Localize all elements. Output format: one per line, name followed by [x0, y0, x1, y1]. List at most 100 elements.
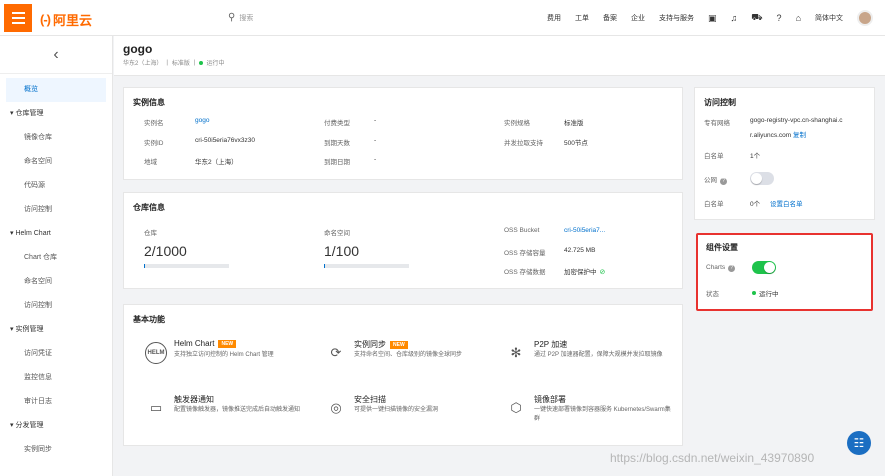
sidebar-item-chart-access[interactable]: 访问控制: [0, 294, 112, 318]
nav-enterprise[interactable]: 企业: [631, 13, 645, 23]
field-label: 白名单: [704, 153, 724, 160]
repo-progress-fill: [144, 264, 145, 268]
sidebar-item-audit-log[interactable]: 审计日志: [0, 390, 112, 414]
field-label: OSS Bucket: [504, 227, 540, 234]
new-badge: NEW: [218, 339, 237, 348]
deploy-icon: ⬡: [510, 400, 522, 415]
feature-desc: 支持独立访问控制的 Helm Chart 管理: [174, 352, 274, 358]
feature-desc: 通过 P2P 加速器配置，保障大规模并发拉取镜像: [534, 352, 663, 358]
field-label: 付费类型: [324, 120, 350, 127]
charts-toggle[interactable]: [752, 261, 776, 274]
language-switch[interactable]: 简体中文: [815, 13, 843, 23]
copy-link[interactable]: 复制: [793, 132, 806, 139]
feature-name-text: P2P 加速: [534, 340, 568, 349]
public-whitelist-count: 0个: [750, 201, 761, 208]
field-label: 地域: [144, 159, 157, 166]
status-dot-icon: [752, 291, 756, 295]
sidebar-item-code-source[interactable]: 代码源: [0, 174, 112, 198]
oss-size: 42.725 MB: [564, 247, 596, 254]
feature-p2p[interactable]: ✻ P2P 加速 通过 P2P 加速器配置，保障大规模并发拉取镜像: [504, 339, 679, 379]
sidebar-item-overview[interactable]: 概览: [6, 78, 106, 102]
sidebar-item-instance-sync[interactable]: 实例同步: [0, 438, 112, 462]
field-label: 实例规格: [504, 120, 530, 127]
feature-name-text: 安全扫描: [354, 395, 386, 404]
watermark-text: https://blog.csdn.net/weixin_43970890: [610, 451, 815, 465]
nav-support[interactable]: 支持与服务: [659, 13, 694, 23]
feature-name-text: Helm Chart: [174, 339, 215, 348]
feature-instance-sync[interactable]: ⟳ 实例同步 NEW 支持命名空间、仓库级别的镜像全球同步: [324, 339, 499, 379]
feature-name-text: 镜像部署: [534, 395, 566, 404]
nav-tickets[interactable]: 工单: [575, 13, 589, 23]
public-toggle[interactable]: [750, 172, 774, 185]
sidebar-item-image-repo[interactable]: 镜像仓库: [0, 126, 112, 150]
feature-name-text: 实例同步: [354, 340, 386, 349]
sidebar-item-namespace[interactable]: 命名空间: [0, 150, 112, 174]
field-label: 实例名: [144, 120, 164, 127]
search-box[interactable]: ⚲ 搜索: [228, 12, 253, 23]
sidebar-group-helm[interactable]: Helm Chart: [0, 222, 112, 246]
billing-type: -: [374, 117, 377, 124]
terminal-icon[interactable]: ▣: [708, 13, 717, 24]
instance-region: 华东2（上海）: [123, 61, 163, 67]
new-badge: NEW: [390, 340, 408, 349]
feature-helm-chart[interactable]: HELM Helm Chart NEW 支持独立访问控制的 Helm Chart …: [144, 339, 319, 379]
logo-bracket-icon: (-): [40, 12, 51, 27]
nav-icp[interactable]: 备案: [603, 13, 617, 23]
avatar[interactable]: [857, 10, 873, 26]
page-title: gogo: [123, 42, 153, 56]
feature-deploy[interactable]: ⬡ 镜像部署 一键快速部署镜像到容器服务 Kubernetes/Swarm集群: [504, 394, 679, 434]
feature-name: 镜像部署: [534, 394, 566, 405]
vpc-endpoint-line2: r.aliyuncs.com 复制: [750, 129, 806, 139]
instance-spec: 标准版: [564, 120, 584, 127]
aliyun-logo[interactable]: (-) 阿里云: [40, 10, 92, 29]
expire-date: -: [374, 156, 377, 163]
p2p-icon: ✻: [510, 345, 522, 360]
sidebar-item-credentials[interactable]: 访问凭证: [0, 342, 112, 366]
sidebar-item-access-control[interactable]: 访问控制: [0, 198, 112, 222]
field-label: 并发拉取支持: [504, 140, 543, 147]
card-title: 组件设置: [706, 243, 738, 252]
feature-desc: 配置镜像触发器，镜像推送完成后自动触发通知: [174, 407, 301, 413]
field-label: OSS 存储容量: [504, 250, 546, 257]
field-label: 命名空间: [324, 230, 350, 237]
feature-security-scan[interactable]: ◎ 安全扫描 可提供一键扫描镜像的安全漏洞: [324, 394, 499, 434]
namespace-progress-bar: [324, 264, 409, 268]
bell-icon[interactable]: ♫: [730, 13, 737, 23]
charts-label-text: Charts: [706, 264, 726, 271]
sidebar-group-distribution[interactable]: 分发管理: [0, 414, 112, 438]
sidebar: ‹ 概览 仓库管理 镜像仓库 命名空间 代码源 访问控制 Helm Chart …: [0, 36, 113, 476]
set-whitelist-link[interactable]: 设置白名单: [770, 198, 803, 208]
separator: |: [166, 59, 168, 66]
status-badge: 运行中: [206, 61, 225, 67]
help-icon[interactable]: ?: [777, 13, 782, 23]
message-icon: ▭: [149, 400, 163, 415]
instance-name-link[interactable]: gogo: [195, 117, 209, 124]
sidebar-group-instance[interactable]: 实例管理: [0, 318, 112, 342]
sidebar-group-repo[interactable]: 仓库管理: [0, 102, 112, 126]
back-icon[interactable]: ‹: [0, 36, 112, 74]
sidebar-item-monitoring[interactable]: 监控信息: [0, 366, 112, 390]
menu-icon[interactable]: [4, 4, 32, 32]
namespace-count: 1/100: [324, 243, 360, 259]
nav-billing[interactable]: 费用: [547, 13, 561, 23]
instance-edition: 标准版: [171, 61, 190, 67]
toggle-knob: [764, 262, 775, 273]
sidebar-item-chart-namespace[interactable]: 命名空间: [0, 270, 112, 294]
feature-name: P2P 加速: [534, 339, 567, 350]
expire-days: -: [374, 137, 377, 144]
namespace-progress-fill: [324, 264, 325, 268]
cart-icon[interactable]: ⛟: [751, 12, 762, 24]
page-header: gogo 华东2（上海） | 标准版 | 运行中: [114, 36, 885, 76]
home-icon[interactable]: ⌂: [796, 13, 801, 23]
access-control-card: 访问控制 专有网络 gogo-registry-vpc.cn-shanghai.…: [694, 87, 875, 220]
help-icon[interactable]: ?: [728, 265, 736, 272]
field-label: 白名单: [704, 201, 724, 208]
sidebar-item-chart-repo[interactable]: Chart 仓库: [0, 246, 112, 270]
oss-bucket-link[interactable]: cri-50i5eria7...: [564, 227, 605, 234]
status-text: 运行中: [759, 291, 779, 298]
feature-trigger[interactable]: ▭ 触发器通知 配置镜像触发器，镜像推送完成后自动触发通知: [144, 394, 319, 434]
sync-icon: ⟳: [330, 345, 342, 360]
help-icon[interactable]: ?: [720, 178, 727, 185]
support-chat-icon[interactable]: ☷: [847, 431, 871, 455]
helm-icon: HELM: [144, 341, 168, 365]
